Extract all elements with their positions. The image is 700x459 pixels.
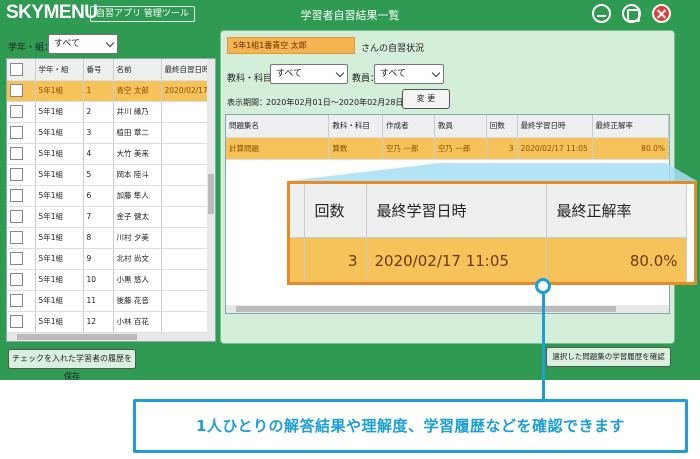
cell-date bbox=[161, 311, 210, 333]
row-checkbox[interactable] bbox=[10, 315, 23, 328]
row-checkbox-cell[interactable] bbox=[7, 269, 36, 291]
cell-date bbox=[161, 248, 210, 270]
cell-date bbox=[161, 206, 210, 228]
row-checkbox[interactable] bbox=[10, 294, 23, 307]
callout-leader-dot bbox=[535, 278, 551, 294]
zoom-callout: 回数 最終学習日時 最終正解率 3 2020/02/17 11:05 80.0% bbox=[287, 181, 697, 285]
zoom-spacer-cell bbox=[290, 237, 305, 282]
row-checkbox-cell[interactable] bbox=[7, 290, 36, 312]
cell-class: 5年1組 bbox=[35, 248, 84, 270]
table-row[interactable]: 5年1組 10 小黒 悠人 bbox=[7, 269, 210, 291]
cell-number: 9 bbox=[83, 248, 114, 270]
zoom-col-rate: 最終正解率 bbox=[546, 184, 687, 238]
cell-class: 5年1組 bbox=[35, 290, 84, 312]
table-row[interactable]: 5年1組 8 川村 夕美 bbox=[7, 227, 210, 249]
zoom-wedge bbox=[287, 163, 697, 181]
cell-name: 北村 尚文 bbox=[113, 248, 162, 270]
row-checkbox[interactable] bbox=[10, 252, 23, 265]
cell-name: 小林 百花 bbox=[113, 311, 162, 333]
zoom-count: 3 bbox=[304, 237, 367, 282]
zoom-spacer bbox=[290, 184, 305, 238]
student-table-hscroll[interactable] bbox=[7, 333, 209, 341]
zoom-wedge-shape bbox=[287, 163, 697, 181]
table-row[interactable]: 5年1組 7 金子 健太 bbox=[7, 206, 210, 228]
row-checkbox-cell[interactable] bbox=[7, 311, 36, 333]
cell-date bbox=[161, 227, 210, 249]
cell-date bbox=[161, 290, 210, 312]
row-checkbox[interactable] bbox=[10, 231, 23, 244]
cell-number: 12 bbox=[83, 311, 114, 333]
cell-name: 後藤 花音 bbox=[113, 290, 162, 312]
row-checkbox[interactable] bbox=[10, 210, 23, 223]
cell-class: 5年1組 bbox=[35, 227, 84, 249]
confirm-history-button[interactable]: 選択した問題集の学習履歴を確認 bbox=[546, 347, 671, 367]
zoom-row: 3 2020/02/17 11:05 80.0% bbox=[290, 237, 687, 282]
row-checkbox-cell[interactable] bbox=[7, 248, 36, 270]
hscroll-thumb[interactable] bbox=[17, 334, 137, 340]
row-checkbox-cell[interactable] bbox=[7, 206, 36, 228]
cell-class: 5年1組 bbox=[35, 269, 84, 291]
zoom-header: 回数 最終学習日時 最終正解率 bbox=[290, 184, 687, 238]
cell-date bbox=[161, 269, 210, 291]
cell-class: 5年1組 bbox=[35, 206, 84, 228]
cell-name: 小黒 悠人 bbox=[113, 269, 162, 291]
table-row[interactable]: 5年1組 11 後藤 花音 bbox=[7, 290, 210, 312]
caption-box: 1人ひとりの解答結果や理解度、学習履歴などを確認できます bbox=[133, 399, 688, 453]
table-row[interactable]: 5年1組 9 北村 尚文 bbox=[7, 248, 210, 270]
table-row[interactable]: 5年1組 12 小林 百花 bbox=[7, 311, 210, 333]
row-checkbox-cell[interactable] bbox=[7, 227, 36, 249]
cell-number: 7 bbox=[83, 206, 114, 228]
cell-number: 11 bbox=[83, 290, 114, 312]
cell-name: 川村 夕美 bbox=[113, 227, 162, 249]
zoom-col-count: 回数 bbox=[304, 184, 367, 238]
zoom-col-date: 最終学習日時 bbox=[366, 184, 547, 238]
save-history-button[interactable]: チェックを入れた学習者の履歴を保存 bbox=[8, 349, 136, 381]
result-table-hscroll[interactable] bbox=[226, 305, 669, 313]
hscroll-thumb[interactable] bbox=[236, 306, 616, 312]
row-checkbox[interactable] bbox=[10, 273, 23, 286]
cell-number: 10 bbox=[83, 269, 114, 291]
cell-name: 金子 健太 bbox=[113, 206, 162, 228]
zoom-rate: 80.0% bbox=[546, 237, 687, 282]
cell-number: 8 bbox=[83, 227, 114, 249]
zoom-date: 2020/02/17 11:05 bbox=[366, 237, 547, 282]
callout-leader-line bbox=[542, 290, 545, 400]
cell-class: 5年1組 bbox=[35, 311, 84, 333]
